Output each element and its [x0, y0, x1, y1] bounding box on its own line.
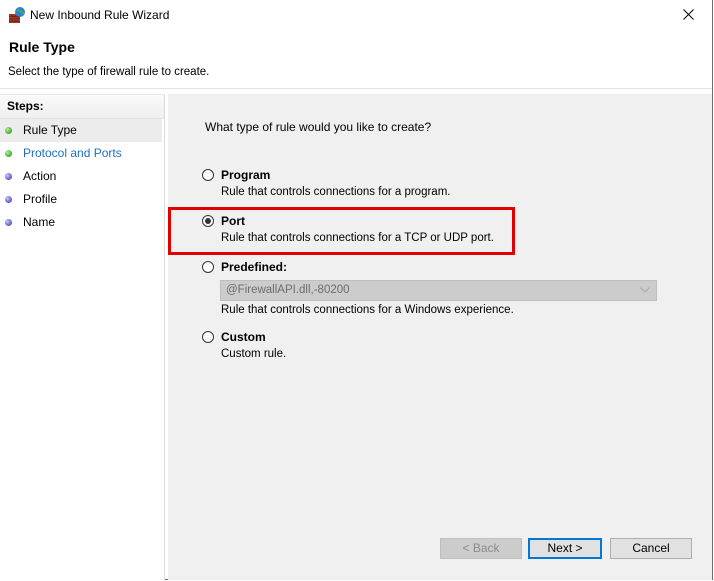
radio-predefined[interactable] — [202, 261, 214, 273]
option-label[interactable]: Port — [221, 214, 245, 228]
firewall-icon — [8, 6, 26, 24]
page-title: Rule Type — [9, 39, 75, 55]
wizard-window: New Inbound Rule Wizard Rule Type Select… — [0, 0, 713, 580]
back-button[interactable]: < Back — [440, 538, 522, 559]
step-pending-icon — [5, 196, 12, 203]
option-label[interactable]: Custom — [221, 330, 266, 344]
radio-port[interactable] — [202, 215, 214, 227]
rule-type-question: What type of rule would you like to crea… — [205, 120, 432, 134]
header-divider — [0, 88, 712, 89]
step-label: Action — [23, 169, 57, 183]
next-button[interactable]: Next > — [528, 538, 602, 559]
chevron-down-icon — [640, 287, 650, 293]
step-pending-icon — [5, 173, 12, 180]
close-button[interactable] — [666, 0, 712, 31]
step-pending-icon — [5, 219, 12, 226]
cancel-button[interactable]: Cancel — [610, 538, 692, 559]
title-bar: New Inbound Rule Wizard — [0, 0, 712, 31]
window-title: New Inbound Rule Wizard — [30, 8, 170, 22]
predefined-rule-value: @FirewallAPI.dll,-80200 — [226, 284, 350, 296]
option-description: Custom rule. — [221, 348, 287, 360]
steps-heading: Steps: — [0, 94, 164, 119]
step-label: Profile — [23, 192, 58, 206]
step-label: Rule Type — [23, 123, 77, 137]
radio-custom[interactable] — [202, 331, 214, 343]
option-description: Rule that controls connections for a TCP… — [221, 232, 494, 244]
steps-panel: Steps: Rule Type Protocol and Ports Acti… — [0, 94, 165, 580]
step-complete-icon — [5, 127, 12, 134]
option-description: Rule that controls connections for a pro… — [221, 186, 451, 198]
step-protocol-and-ports[interactable]: Protocol and Ports — [0, 142, 164, 165]
close-icon — [683, 9, 694, 20]
option-description: Rule that controls connections for a Win… — [221, 304, 514, 316]
option-label[interactable]: Program — [221, 168, 270, 182]
step-name: Name — [0, 211, 164, 234]
step-complete-icon — [5, 150, 12, 157]
step-label: Name — [23, 215, 56, 229]
option-label[interactable]: Predefined: — [221, 260, 287, 274]
wizard-header: Rule Type Select the type of firewall ru… — [0, 31, 712, 87]
radio-program[interactable] — [202, 169, 214, 181]
step-action: Action — [0, 165, 164, 188]
content-panel: What type of rule would you like to crea… — [168, 94, 712, 580]
step-label[interactable]: Protocol and Ports — [23, 146, 122, 160]
step-profile: Profile — [0, 188, 164, 211]
page-subtitle: Select the type of firewall rule to crea… — [8, 66, 210, 78]
predefined-rule-select[interactable]: @FirewallAPI.dll,-80200 — [220, 280, 657, 301]
step-rule-type: Rule Type — [0, 119, 162, 142]
